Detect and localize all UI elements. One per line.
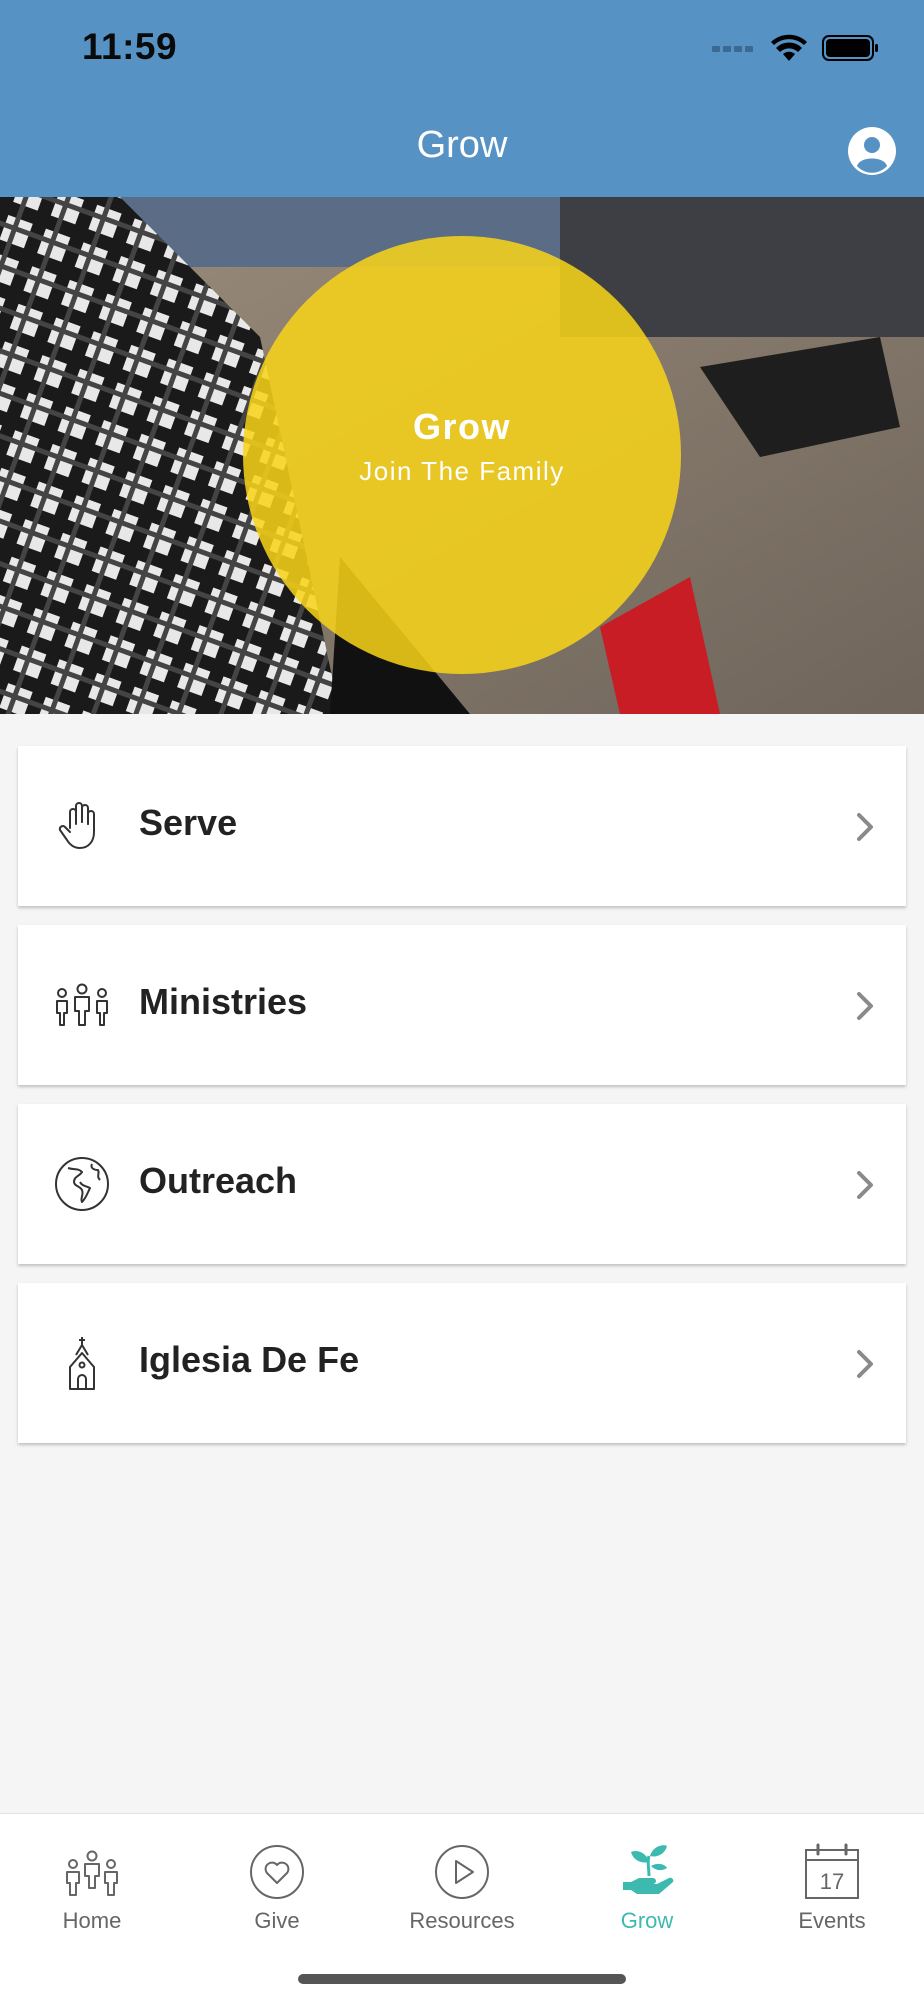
calendar-day: 17 — [820, 1869, 844, 1894]
menu-item-outreach[interactable]: Outreach — [18, 1104, 906, 1264]
calendar-icon: 17 — [805, 1843, 859, 1899]
chevron-right-icon — [857, 1171, 873, 1199]
status-icons — [712, 34, 880, 62]
menu-item-label: Outreach — [139, 1160, 298, 1201]
tab-label: Resources — [409, 1908, 515, 1933]
raised-hand-icon — [58, 802, 95, 849]
menu-item-label: Ministries — [139, 981, 308, 1022]
signal-icon — [712, 46, 753, 52]
home-indicator[interactable] — [298, 1974, 626, 1984]
tab-label: Give — [254, 1908, 300, 1933]
people-group-icon — [56, 983, 108, 1026]
tab-grow[interactable]: Grow — [555, 1826, 739, 1936]
menu-item-label: Serve — [139, 802, 238, 843]
status-time: 11:59 — [82, 26, 178, 67]
church-icon — [69, 1337, 95, 1390]
tab-resources[interactable]: Resources — [370, 1826, 554, 1936]
menu-item-label: Iglesia De Fe — [139, 1339, 360, 1380]
hero-title: Grow — [412, 405, 511, 447]
tab-give[interactable]: Give — [185, 1826, 369, 1936]
menu-item-serve[interactable]: Serve — [18, 746, 906, 906]
wifi-icon — [771, 34, 807, 61]
tab-label: Home — [62, 1908, 122, 1933]
tab-home[interactable]: Home — [0, 1826, 184, 1936]
sprout-hand-icon — [623, 1845, 674, 1894]
tab-bar: Home Give Resources Grow 17 Events — [0, 1813, 924, 2001]
tab-events[interactable]: 17 Events — [740, 1826, 924, 1936]
chevron-right-icon — [857, 813, 873, 841]
people-icon — [66, 1850, 118, 1896]
person-circle-icon — [848, 127, 896, 175]
page-title: Grow — [416, 124, 508, 166]
chevron-right-icon — [857, 1350, 873, 1378]
menu-item-iglesia-de-fe[interactable]: Iglesia De Fe — [18, 1283, 906, 1443]
battery-icon — [822, 35, 878, 61]
play-icon — [435, 1845, 489, 1899]
chevron-right-icon — [857, 992, 873, 1020]
hero-circle: Grow Join The Family — [243, 236, 681, 674]
tab-label: Grow — [620, 1908, 674, 1933]
globe-icon — [55, 1157, 109, 1211]
heart-icon — [250, 1845, 304, 1899]
hero-banner[interactable]: Grow Join The Family — [0, 197, 924, 714]
tab-label: Events — [798, 1908, 866, 1933]
profile-button[interactable] — [847, 126, 897, 176]
top-bar: 11:59 Grow — [0, 0, 924, 197]
hero-subtitle: Join The Family — [359, 455, 565, 486]
menu-item-ministries[interactable]: Ministries — [18, 925, 906, 1085]
